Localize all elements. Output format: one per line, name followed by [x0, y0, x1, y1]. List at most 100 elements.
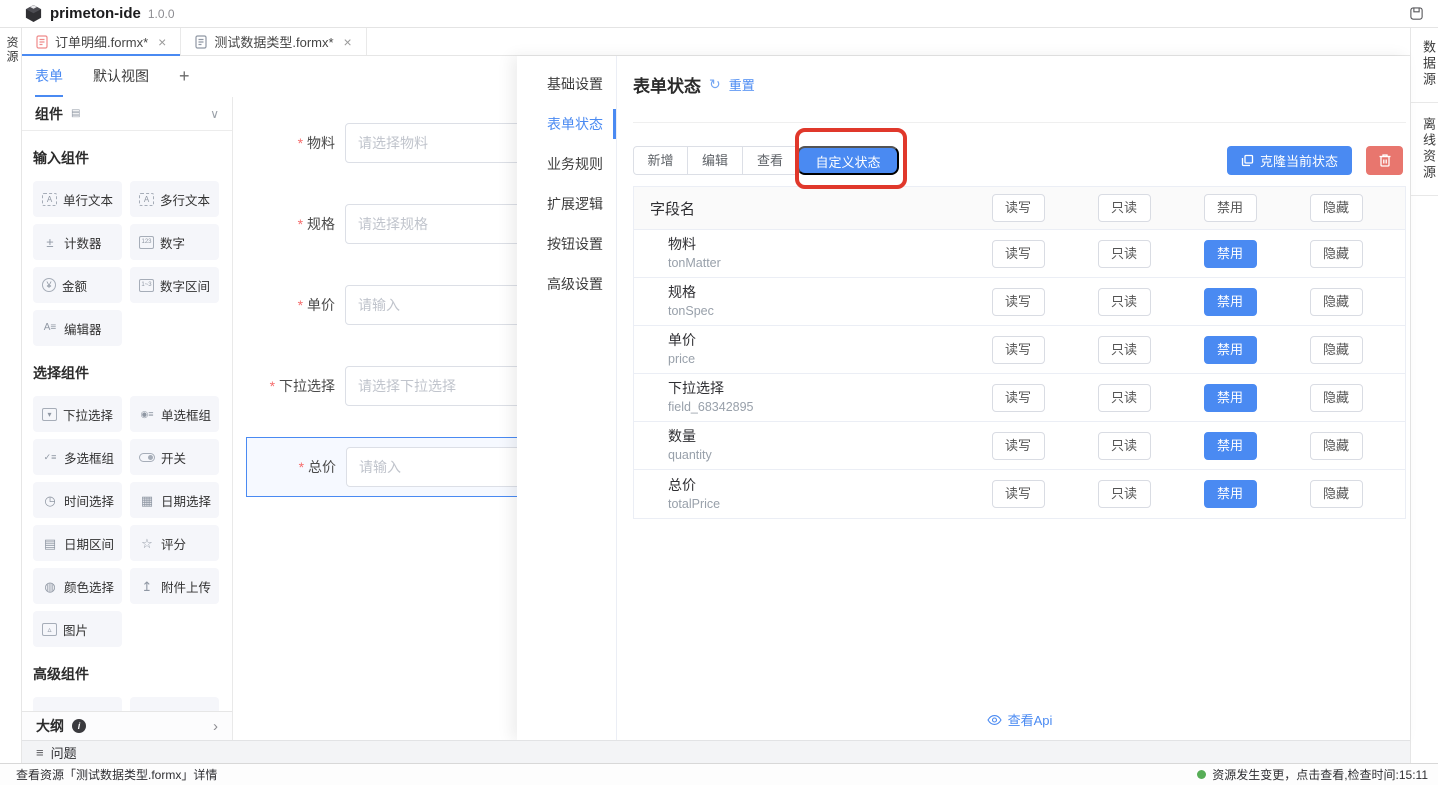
rail-tab-resources[interactable]: 资源 — [0, 36, 21, 64]
component-tile-currency[interactable]: ¥金额 — [33, 267, 122, 303]
editor-tab-order-detail[interactable]: 订单明细.formx* × — [22, 28, 181, 55]
chevron-down-icon[interactable]: ∨ — [210, 107, 219, 121]
number-icon: 123 — [139, 236, 154, 249]
view-tab-form[interactable]: 表单 — [35, 56, 63, 97]
status-resource-changed[interactable]: 资源发生变更，点击查看,检查时间:15:11 — [1197, 766, 1428, 783]
state-readonly-button[interactable]: 只读 — [1098, 432, 1151, 460]
settings-nav-button-settings[interactable]: 按钮设置 — [517, 224, 616, 264]
material-select-input[interactable] — [345, 123, 517, 163]
rail-tab-datasource[interactable]: 数据源 — [1411, 28, 1438, 103]
total-price-input[interactable] — [346, 447, 517, 487]
field-name: 下拉选择 — [668, 380, 724, 396]
state-tab-edit[interactable]: 编辑 — [688, 146, 743, 175]
field-label: 单价 — [233, 295, 345, 315]
component-tile-rich-editor[interactable]: A≡编辑器 — [33, 310, 122, 346]
state-tab-custom[interactable]: 自定义状态 — [797, 146, 899, 175]
view-tab-default-view[interactable]: 默认视图 — [93, 56, 149, 97]
column-set-readonly-button[interactable]: 只读 — [1098, 194, 1151, 222]
canvas-field-total-price[interactable]: 总价 — [247, 447, 517, 487]
component-tile-date-picker[interactable]: ▦日期选择 — [130, 482, 219, 518]
spec-select-input[interactable] — [345, 204, 517, 244]
component-tile-time-picker[interactable]: ◷时间选择 — [33, 482, 122, 518]
column-set-hidden-button[interactable]: 隐藏 — [1310, 194, 1363, 222]
canvas-field-material[interactable]: 物料 — [233, 123, 517, 163]
state-hidden-button[interactable]: 隐藏 — [1310, 384, 1363, 412]
state-readonly-button[interactable]: 只读 — [1098, 336, 1151, 364]
close-icon[interactable]: × — [158, 34, 166, 50]
column-set-readwrite-button[interactable]: 读写 — [992, 194, 1045, 222]
component-tile-checkbox-group[interactable]: ✓≡多选框组 — [33, 439, 122, 475]
component-tile-color-picker[interactable]: ◍颜色选择 — [33, 568, 122, 604]
settings-nav-advanced[interactable]: 高级设置 — [517, 264, 616, 304]
state-disabled-button[interactable]: 禁用 — [1204, 480, 1257, 508]
state-hidden-button[interactable]: 隐藏 — [1310, 288, 1363, 316]
canvas-field-price[interactable]: 单价 — [233, 285, 517, 325]
state-disabled-button[interactable]: 禁用 — [1204, 240, 1257, 268]
save-icon[interactable] — [1409, 6, 1424, 21]
editor-tab-test-datatype[interactable]: 测试数据类型.formx* × — [181, 28, 366, 55]
price-input[interactable] — [345, 285, 517, 325]
state-readonly-button[interactable]: 只读 — [1098, 288, 1151, 316]
component-tile-counter[interactable]: ±计数器 — [33, 224, 122, 260]
component-tile-number[interactable]: 123数字 — [130, 224, 219, 260]
date-range-icon: ▤ — [42, 537, 58, 550]
component-tile-radio-group[interactable]: ◉≡单选框组 — [130, 396, 219, 432]
state-tab-view[interactable]: 查看 — [743, 146, 798, 175]
state-hidden-button[interactable]: 隐藏 — [1310, 432, 1363, 460]
dropdown-select-input[interactable] — [345, 366, 517, 406]
component-tile-number-range[interactable]: 1~3数字区间 — [130, 267, 219, 303]
state-hidden-button[interactable]: 隐藏 — [1310, 336, 1363, 364]
outline-toggle[interactable]: 大纲 i › — [22, 711, 233, 740]
state-readwrite-button[interactable]: 读写 — [992, 480, 1045, 508]
canvas-field-spec[interactable]: 规格 — [233, 204, 517, 244]
state-readwrite-button[interactable]: 读写 — [992, 432, 1045, 460]
component-tile-partial[interactable] — [33, 697, 122, 711]
state-readwrite-button[interactable]: 读写 — [992, 288, 1045, 316]
state-readonly-button[interactable]: 只读 — [1098, 240, 1151, 268]
state-disabled-button[interactable]: 禁用 — [1204, 288, 1257, 316]
problems-bar[interactable]: ≡ 问题 — [22, 740, 1410, 763]
component-tile-dropdown[interactable]: ▾下拉选择 — [33, 396, 122, 432]
component-tile-date-range[interactable]: ▤日期区间 — [33, 525, 122, 561]
state-hidden-button[interactable]: 隐藏 — [1310, 480, 1363, 508]
component-tile-partial[interactable] — [130, 697, 219, 711]
selected-field-total-price[interactable]: 总价 — [246, 437, 517, 497]
component-tile-image[interactable]: ▵图片 — [33, 611, 122, 647]
rail-tab-offline-resources[interactable]: 离线资源 — [1411, 103, 1438, 196]
component-tile-rating[interactable]: ☆评分 — [130, 525, 219, 561]
view-api-link[interactable]: 查看Api — [633, 710, 1406, 729]
component-tile-multi-line-text[interactable]: A多行文本 — [130, 181, 219, 217]
settings-nav-business-rules[interactable]: 业务规则 — [517, 144, 616, 184]
state-tab-add[interactable]: 新增 — [633, 146, 688, 175]
add-view-button[interactable]: + — [179, 56, 190, 97]
component-tile-upload[interactable]: ↥附件上传 — [130, 568, 219, 604]
status-resource-detail[interactable]: 查看资源「测试数据类型.formx」详情 — [16, 766, 217, 783]
state-readonly-button[interactable]: 只读 — [1098, 384, 1151, 412]
component-tile-single-line-text[interactable]: A单行文本 — [33, 181, 122, 217]
canvas-field-dropdown[interactable]: 下拉选择 — [233, 366, 517, 406]
state-readwrite-button[interactable]: 读写 — [992, 384, 1045, 412]
field-label: 物料 — [233, 133, 345, 153]
app-version: 1.0.0 — [148, 7, 175, 21]
clone-current-state-button[interactable]: 克隆当前状态 — [1227, 146, 1352, 175]
state-disabled-button[interactable]: 禁用 — [1204, 432, 1257, 460]
state-disabled-button[interactable]: 禁用 — [1204, 336, 1257, 364]
state-readwrite-button[interactable]: 读写 — [992, 336, 1045, 364]
state-hidden-button[interactable]: 隐藏 — [1310, 240, 1363, 268]
component-tile-switch[interactable]: 开关 — [130, 439, 219, 475]
settings-nav-extension-logic[interactable]: 扩展逻辑 — [517, 184, 616, 224]
field-code: tonMatter — [668, 256, 721, 270]
grid-view-icon[interactable]: ▤ — [71, 108, 80, 119]
close-icon[interactable]: × — [344, 34, 352, 50]
column-set-disabled-button[interactable]: 禁用 — [1204, 194, 1257, 222]
state-readonly-button[interactable]: 只读 — [1098, 480, 1151, 508]
field-code: tonSpec — [668, 304, 714, 318]
select-component-tiles: ▾下拉选择 ◉≡单选框组 ✓≡多选框组 开关 ◷时间选择 ▦日期选择 ▤日期区间… — [22, 396, 232, 647]
reset-link[interactable]: 重置 — [729, 75, 755, 94]
state-readwrite-button[interactable]: 读写 — [992, 240, 1045, 268]
settings-nav-basic[interactable]: 基础设置 — [517, 64, 616, 104]
delete-state-button[interactable] — [1366, 146, 1403, 175]
form-canvas: 物料 规格 单价 下拉选择 总价 — [233, 97, 517, 740]
state-disabled-button[interactable]: 禁用 — [1204, 384, 1257, 412]
settings-nav-form-state[interactable]: 表单状态 — [517, 104, 616, 144]
